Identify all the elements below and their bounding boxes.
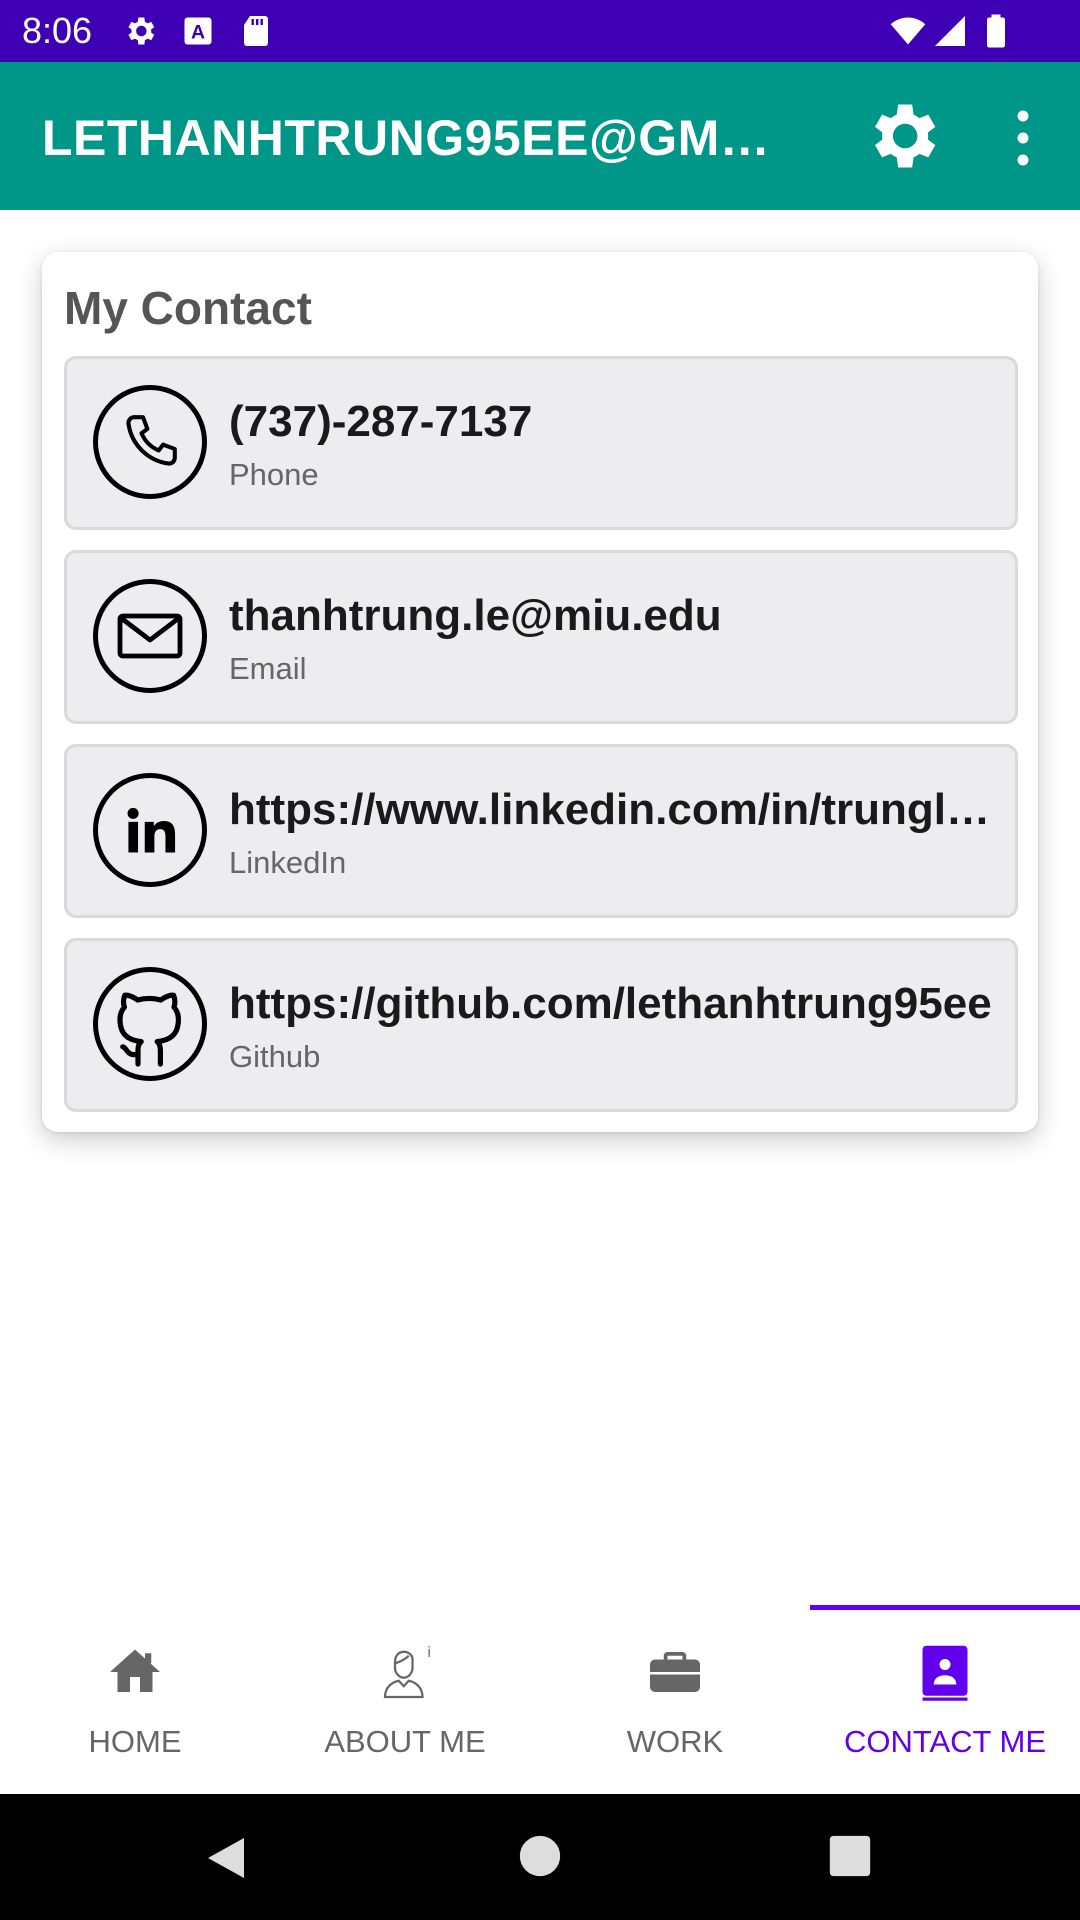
nav-item-work[interactable]: WORK [540, 1600, 810, 1794]
contact-value: https://www.linkedin.com/in/trunglethanh [229, 785, 999, 834]
contact-value: https://github.com/lethanhtrung95ee [229, 979, 992, 1028]
status-time: 8:06 [22, 10, 93, 51]
nav-item-contact-me[interactable]: CONTACT ME [810, 1600, 1080, 1794]
contact-item-linkedin[interactable]: https://www.linkedin.com/in/trunglethanh… [64, 744, 1018, 918]
svg-text:A: A [191, 22, 205, 44]
person-info-icon: i [383, 1644, 431, 1699]
app-title: LETHANHTRUNG95EE@GMAIL.COM [42, 110, 802, 166]
back-icon[interactable] [204, 1834, 252, 1882]
system-navigation-bar [0, 1794, 1080, 1920]
nav-label: ABOUT ME [324, 1724, 486, 1759]
contact-item-github[interactable]: https://github.com/lethanhtrung95ee Gith… [64, 938, 1018, 1112]
sd-card-icon [244, 16, 268, 46]
more-vert-icon[interactable] [995, 106, 1051, 170]
status-bar: 8:06 A [0, 0, 1080, 62]
card-title: My Contact [64, 282, 312, 334]
contact-item-phone[interactable]: (737)-287-7137 Phone [64, 356, 1018, 530]
bottom-navigation: HOME i ABOUT ME WORK CONTACT ME [0, 1600, 1080, 1794]
contact-value: thanhtrung.le@miu.edu [229, 591, 722, 640]
nav-item-about-me[interactable]: i ABOUT ME [270, 1600, 540, 1794]
battery-icon [987, 14, 1005, 48]
settings-gear-icon [128, 17, 155, 45]
text-a-icon: A [184, 17, 212, 45]
nav-label: CONTACT ME [843, 1724, 1047, 1759]
contact-label: Email [229, 651, 307, 686]
contact-label: Github [229, 1039, 321, 1074]
home-button-icon[interactable] [518, 1834, 562, 1878]
app-bar: LETHANHTRUNG95EE@GMAIL.COM [0, 62, 1080, 210]
nav-item-home[interactable]: HOME [0, 1600, 270, 1794]
mail-icon [93, 579, 207, 693]
contact-value: (737)-287-7137 [229, 397, 533, 446]
contact-label: Phone [229, 457, 319, 492]
github-icon [93, 967, 207, 1081]
contact-card-icon [922, 1645, 968, 1701]
contact-label: LinkedIn [229, 845, 347, 880]
wifi-icon [890, 17, 926, 45]
signal-icon [935, 16, 965, 46]
nav-label: WORK [626, 1724, 724, 1759]
gear-icon[interactable] [860, 94, 944, 178]
recents-icon[interactable] [828, 1834, 872, 1878]
svg-text:i: i [428, 1644, 431, 1661]
nav-label: HOME [88, 1724, 182, 1759]
contact-item-email[interactable]: thanhtrung.le@miu.edu Email [64, 550, 1018, 724]
contact-card: My Contact (737)-287-7137 Phone thanhtru… [42, 252, 1038, 1132]
home-icon [110, 1649, 160, 1692]
linkedin-icon [93, 773, 207, 887]
briefcase-icon [650, 1652, 700, 1692]
phone-icon [93, 385, 207, 499]
